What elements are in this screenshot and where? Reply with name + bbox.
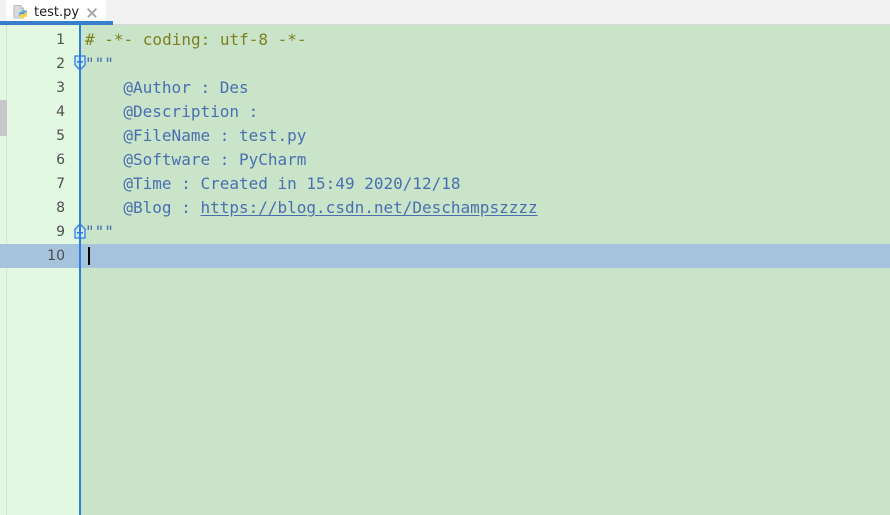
close-icon[interactable] bbox=[86, 7, 98, 19]
line-number: 9 bbox=[56, 224, 65, 240]
line-number: 3 bbox=[56, 80, 65, 96]
code-text: @Time : Created in 15:49 2020/12/18 bbox=[123, 172, 460, 196]
code-line[interactable] bbox=[0, 220, 890, 244]
line-number: 4 bbox=[56, 104, 65, 120]
code-text: """ bbox=[85, 52, 114, 76]
code-text: @Blog : https://blog.csdn.net/Deschampsz… bbox=[123, 196, 537, 220]
code-token-string: @FileName : test.py bbox=[123, 126, 307, 145]
line-number: 1 bbox=[56, 32, 65, 48]
code-text: @Software : PyCharm bbox=[123, 148, 306, 172]
code-token-string: @Author : Des bbox=[123, 78, 249, 97]
code-token-string: @Blog : bbox=[123, 198, 201, 217]
code-token-string: @Time : Created in 15:49 2020/12/18 bbox=[123, 174, 461, 193]
code-text: @Author : Des bbox=[123, 76, 248, 100]
code-editor[interactable]: 1 # -*- coding: utf-8 -*- 2 """ 3 @Author : D… bbox=[0, 25, 890, 515]
python-file-icon bbox=[13, 4, 29, 21]
line-number: 6 bbox=[56, 152, 65, 168]
pycharm-editor-window: test.py 1 # -*- coding: utf-8 -*- 2 """ 3 @Au… bbox=[0, 0, 890, 515]
code-text: """ bbox=[85, 220, 114, 244]
code-token-string: """ bbox=[85, 222, 114, 241]
code-token-string: """ bbox=[85, 54, 114, 73]
fold-region-line bbox=[79, 25, 81, 515]
line-number: 10 bbox=[47, 248, 65, 264]
text-caret bbox=[88, 247, 90, 265]
line-number: 2 bbox=[56, 56, 65, 72]
code-token-comment: # -*- coding: utf-8 -*- bbox=[85, 30, 307, 49]
code-token-string: @Description : bbox=[123, 102, 259, 121]
code-line[interactable] bbox=[0, 52, 890, 76]
line-number: 7 bbox=[56, 176, 65, 192]
line-number: 5 bbox=[56, 128, 65, 144]
code-token-string: @Software : PyCharm bbox=[123, 150, 307, 169]
line-number: 8 bbox=[56, 200, 65, 216]
code-text: @FileName : test.py bbox=[123, 124, 306, 148]
code-text: @Description : bbox=[123, 100, 258, 124]
code-text: # -*- coding: utf-8 -*- bbox=[85, 28, 307, 52]
editor-tab-bar: test.py bbox=[0, 0, 890, 25]
code-hyperlink[interactable]: https://blog.csdn.net/Deschampszzzz bbox=[200, 198, 537, 217]
code-line-current[interactable] bbox=[0, 244, 890, 268]
